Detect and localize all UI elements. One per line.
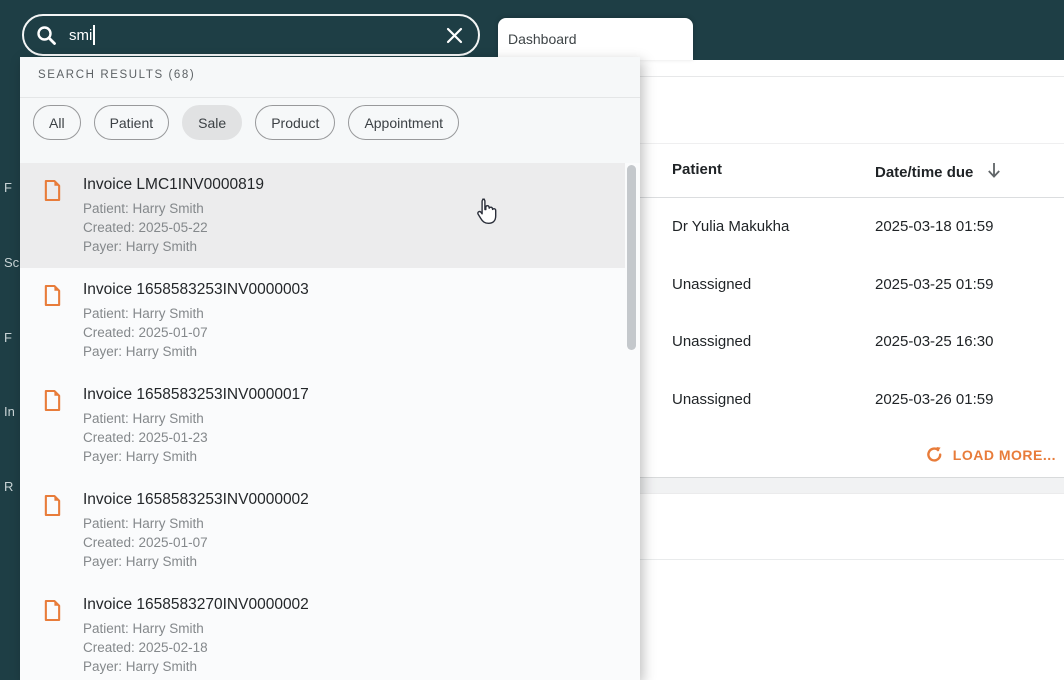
- load-more-button[interactable]: LOAD MORE...: [926, 446, 1056, 463]
- text-caret: [93, 25, 96, 45]
- invoice-payer: Payer: Harry Smith: [83, 449, 198, 464]
- invoice-payer: Payer: Harry Smith: [83, 239, 198, 254]
- filter-sale[interactable]: Sale: [182, 105, 243, 140]
- invoice-patient: Patient: Harry Smith: [83, 516, 204, 531]
- refresh-icon: [926, 446, 943, 463]
- tab-dashboard-label: Dashboard: [508, 31, 577, 47]
- invoice-title: Invoice LMC1INV0000819: [83, 176, 264, 193]
- invoice-document-icon: [43, 179, 62, 207]
- invoice-document-icon: [43, 494, 62, 522]
- sidebar-item[interactable]: R: [4, 479, 13, 494]
- clear-icon[interactable]: [445, 26, 464, 45]
- column-header-patient[interactable]: Patient: [672, 161, 722, 178]
- patient-cell: Unassigned: [672, 333, 752, 351]
- table-row[interactable]: Dr Yulia Makukha 2025-03-18 01:59: [640, 198, 1064, 256]
- search-results-header: SEARCH RESULTS (68): [38, 69, 196, 81]
- search-input[interactable]: smi: [22, 14, 480, 56]
- sidebar-item[interactable]: In: [4, 404, 15, 419]
- invoice-document-icon: [43, 599, 62, 627]
- result-list: Invoice LMC1INV0000819 Patient: Harry Sm…: [20, 163, 640, 680]
- patient-cell: Unassigned: [672, 275, 752, 293]
- sidebar-item[interactable]: Sc: [4, 255, 19, 270]
- search-result-invoice[interactable]: Invoice 1658583270INV0000002 Patient: Ha…: [20, 583, 625, 680]
- sidebar-item[interactable]: F: [4, 330, 12, 345]
- due-table: Dr Yulia Makukha 2025-03-18 01:59 Unassi…: [640, 198, 1064, 428]
- search-result-invoice[interactable]: Invoice 1658583253INV0000017 Patient: Ha…: [20, 373, 625, 478]
- table-row[interactable]: Unassigned 2025-03-26 01:59: [640, 371, 1064, 429]
- invoice-title: Invoice 1658583253INV0000002: [83, 491, 309, 508]
- table-row[interactable]: Unassigned 2025-03-25 01:59: [640, 256, 1064, 314]
- invoice-title: Invoice 1658583253INV0000017: [83, 386, 309, 403]
- filter-patient[interactable]: Patient: [93, 105, 170, 140]
- filter-appointment[interactable]: Appointment: [348, 105, 460, 140]
- search-results-panel: SEARCH RESULTS (68) All Patient Sale Pro…: [20, 57, 640, 680]
- due-cell: 2025-03-25 16:30: [875, 333, 994, 351]
- invoice-created: Created: 2025-01-23: [83, 430, 208, 445]
- table-row[interactable]: Unassigned 2025-03-25 16:30: [640, 313, 1064, 371]
- due-cell: 2025-03-26 01:59: [875, 390, 994, 408]
- column-header-due[interactable]: Date/time due: [875, 161, 1001, 183]
- patient-cell: Unassigned: [672, 390, 752, 408]
- panel-scrollbar[interactable]: [627, 165, 636, 350]
- invoice-patient: Patient: Harry Smith: [83, 201, 204, 216]
- invoice-patient: Patient: Harry Smith: [83, 621, 204, 636]
- due-cell: 2025-03-18 01:59: [875, 218, 994, 236]
- search-result-invoice[interactable]: Invoice 1658583253INV0000003 Patient: Ha…: [20, 268, 625, 373]
- invoice-title: Invoice 1658583270INV0000002: [83, 596, 309, 613]
- filter-chips: All Patient Sale Product Appointment: [33, 105, 460, 140]
- invoice-patient: Patient: Harry Smith: [83, 411, 204, 426]
- panel-divider: [20, 97, 640, 98]
- filter-product[interactable]: Product: [255, 105, 336, 140]
- sidebar-item[interactable]: F: [4, 180, 12, 195]
- search-icon: [36, 25, 57, 46]
- invoice-created: Created: 2025-02-18: [83, 640, 208, 655]
- search-value: smi: [69, 26, 93, 44]
- invoice-document-icon: [43, 284, 62, 312]
- invoice-patient: Patient: Harry Smith: [83, 306, 204, 321]
- search-result-invoice[interactable]: Invoice LMC1INV0000819 Patient: Harry Sm…: [20, 163, 625, 268]
- invoice-document-icon: [43, 389, 62, 417]
- sidebar-nav: F Sc F In R: [0, 60, 20, 680]
- invoice-created: Created: 2025-01-07: [83, 535, 208, 550]
- search-result-invoice[interactable]: Invoice 1658583253INV0000002 Patient: Ha…: [20, 478, 625, 583]
- invoice-created: Created: 2025-01-07: [83, 325, 208, 340]
- invoice-payer: Payer: Harry Smith: [83, 554, 198, 569]
- due-cell: 2025-03-25 01:59: [875, 275, 994, 293]
- tab-dashboard[interactable]: Dashboard: [498, 18, 693, 60]
- column-header-due-label: Date/time due: [875, 163, 974, 181]
- invoice-created: Created: 2025-05-22: [83, 220, 208, 235]
- invoice-payer: Payer: Harry Smith: [83, 344, 198, 359]
- invoice-payer: Payer: Harry Smith: [83, 659, 198, 674]
- sort-desc-icon[interactable]: [987, 162, 1001, 183]
- filter-all[interactable]: All: [33, 105, 81, 140]
- invoice-title: Invoice 1658583253INV0000003: [83, 281, 309, 298]
- patient-cell: Dr Yulia Makukha: [672, 218, 790, 236]
- load-more-label: LOAD MORE...: [952, 446, 1056, 463]
